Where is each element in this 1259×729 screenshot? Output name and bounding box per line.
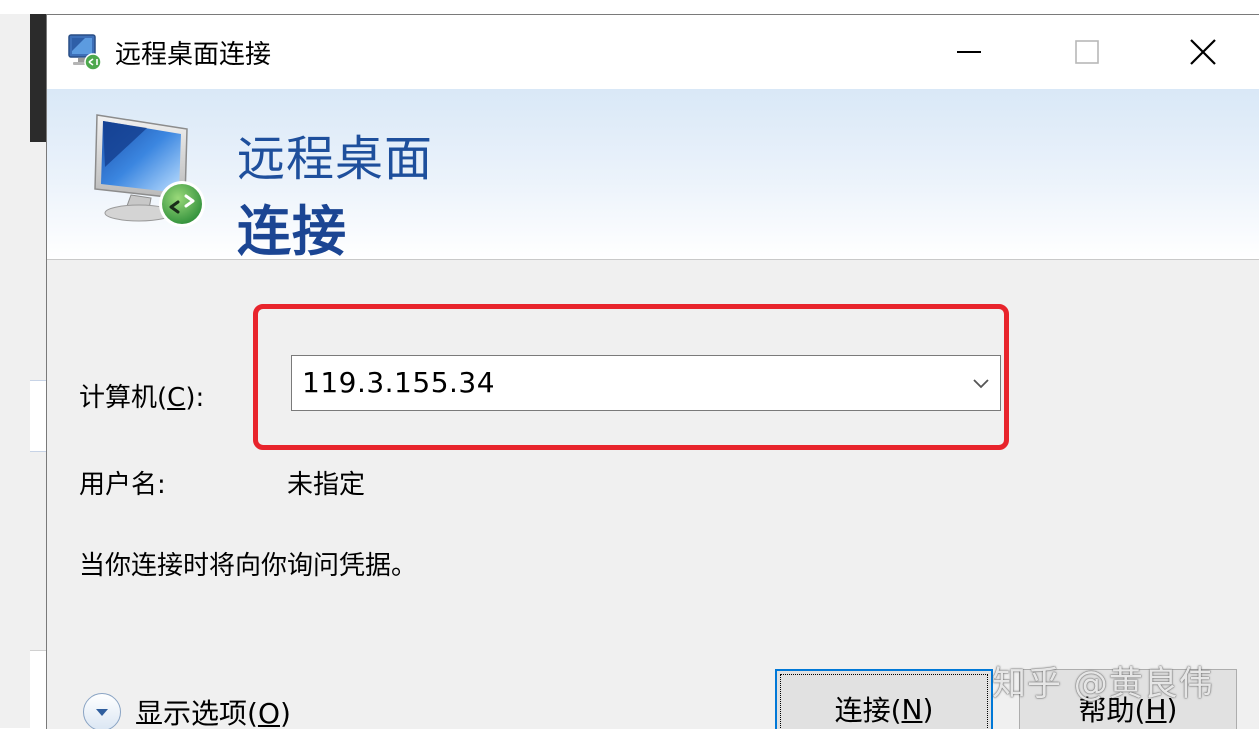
- window-title: 远程桌面连接: [115, 40, 272, 70]
- expand-circle-icon[interactable]: [83, 693, 121, 729]
- background-fragment: [30, 380, 46, 452]
- watermark-text: 知乎 @黄良伟: [992, 664, 1214, 704]
- banner-title: 远程桌面: [237, 131, 434, 187]
- close-button[interactable]: [1165, 15, 1241, 89]
- remote-desktop-app-icon: [68, 34, 102, 71]
- username-value: 未指定: [287, 470, 366, 500]
- show-options-label[interactable]: 显示选项(O): [135, 692, 291, 729]
- dialog-banner: 远程桌面 连接: [47, 89, 1259, 263]
- maximize-icon: [1075, 40, 1099, 64]
- connect-button[interactable]: 连接(N): [775, 669, 993, 729]
- minimize-button[interactable]: [931, 15, 1007, 89]
- maximize-button[interactable]: [1049, 15, 1125, 89]
- remote-desktop-dialog: 远程桌面连接 远程桌面 连接 计算机(C): 119.3.155.34 用户名:…: [46, 14, 1259, 729]
- show-options-toggle[interactable]: 显示选项(O): [83, 689, 291, 729]
- banner-subtitle: 连接: [237, 200, 347, 263]
- chevron-down-icon: [96, 709, 108, 716]
- remote-desktop-monitor-icon: [94, 114, 205, 227]
- computer-label: 计算机(C):: [79, 383, 205, 413]
- background-fragment: [30, 650, 46, 729]
- minimize-icon: [957, 51, 981, 53]
- credentials-info-text: 当你连接时将向你询问凭据。: [79, 551, 418, 581]
- computer-input[interactable]: 119.3.155.34: [302, 366, 495, 399]
- chevron-down-icon[interactable]: [970, 372, 992, 394]
- computer-combobox[interactable]: 119.3.155.34: [291, 355, 1001, 411]
- username-label: 用户名:: [79, 470, 166, 500]
- title-bar[interactable]: 远程桌面连接: [47, 15, 1259, 89]
- close-icon: [1190, 39, 1216, 65]
- background-dark-panel: [30, 14, 46, 142]
- background-strip: [0, 0, 1259, 14]
